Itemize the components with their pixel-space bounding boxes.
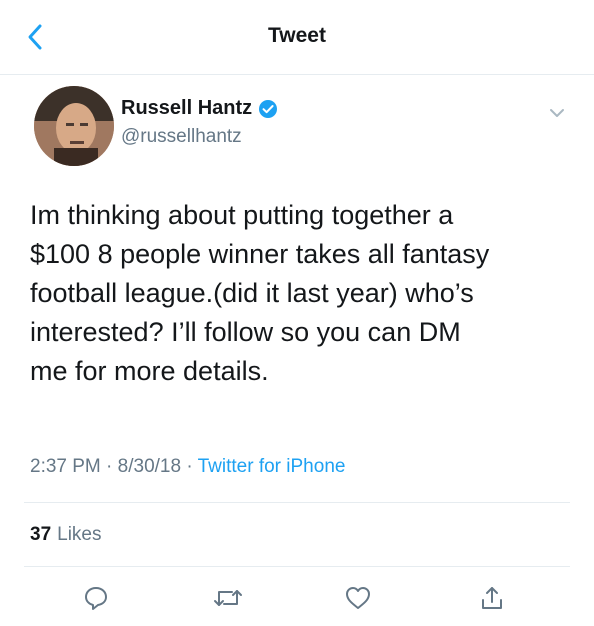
tweet-source-link[interactable]: Twitter for iPhone [198,456,346,477]
retweet-icon [214,590,242,606]
like-button[interactable] [342,582,374,614]
heart-icon [346,587,370,609]
verified-badge-icon [258,99,278,119]
share-icon [482,587,502,609]
header-bar: Tweet [0,0,594,75]
page-title: Tweet [268,24,326,47]
meta-separator: · [181,456,198,477]
tweet-menu-button[interactable] [546,102,568,124]
display-name[interactable]: Russell Hantz [121,97,252,120]
divider [24,566,570,567]
reply-icon [85,587,107,610]
tweet-meta: 2:37 PM · 8/30/18 · Twitter for iPhone [30,456,345,478]
chevron-down-icon [550,109,564,117]
user-handle[interactable]: @russellhantz [121,126,242,148]
likes-label: Likes [57,524,102,545]
likes-count: 37 [30,524,52,545]
reply-button[interactable] [80,582,112,614]
tweet-author: Russell Hantz @russellhantz [20,86,574,168]
likes-stat[interactable]: 37 Likes [30,524,102,546]
retweet-button[interactable] [212,582,244,614]
tweet-date: 8/30/18 [117,456,182,477]
share-button[interactable] [476,582,508,614]
tweet-time: 2:37 PM [30,456,101,477]
divider [24,502,570,503]
meta-separator: · [100,456,118,477]
display-name-row: Russell Hantz [121,97,278,120]
avatar[interactable] [34,86,114,166]
avatar-image [34,86,114,166]
tweet-text: Im thinking about putting together a $10… [30,200,490,386]
